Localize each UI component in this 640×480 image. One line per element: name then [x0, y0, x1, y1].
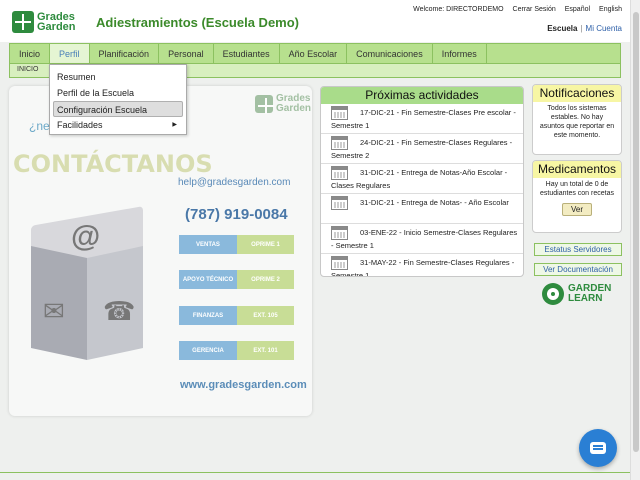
- activity-text: 31-MAY-22 - Fin Semestre-Clases Regulare…: [331, 258, 515, 277]
- scrollbar-thumb[interactable]: [633, 12, 639, 452]
- chat-button[interactable]: [579, 429, 617, 467]
- list-item[interactable]: 03-ENE-22 - Inicio Semestre-Clases Regul…: [321, 224, 523, 254]
- nav-perfil[interactable]: Perfil: [50, 44, 90, 63]
- promo-row-label: FINANZAS: [179, 306, 237, 325]
- notifications-title: Notificaciones: [533, 85, 621, 102]
- list-item[interactable]: 24-DIC-21 - Fin Semestre-Clases Regulare…: [321, 134, 523, 164]
- promo-logo-mark-icon: [255, 95, 274, 114]
- activities-title: Próximas actividades: [321, 87, 523, 104]
- nav-estudiantes[interactable]: Estudiantes: [214, 44, 280, 63]
- account-links: Escuela | Mi Cuenta: [547, 24, 622, 33]
- nav-ano-escolar[interactable]: Año Escolar: [280, 44, 348, 63]
- promo-phone: (787) 919-0084: [185, 206, 288, 223]
- promo-website: www.gradesgarden.com: [180, 379, 307, 391]
- promo-row-ventas: VENTAS OPRIME 1: [179, 235, 294, 254]
- activity-text: 31-DIC-21 - Entrega de Notas-Año Escolar…: [331, 168, 508, 190]
- medications-panel: Medicamentos Hay un total de 0 de estudi…: [532, 160, 622, 233]
- notifications-body: Todos los sistemas estables. No hay asun…: [539, 105, 615, 139]
- promo-greeting: ¿ne: [29, 119, 50, 133]
- promo-email: help@gradesgarden.com: [178, 177, 291, 188]
- promo-row-label: VENTAS: [179, 235, 237, 254]
- list-item[interactable]: 31-MAY-22 - Fin Semestre-Clases Regulare…: [321, 254, 523, 277]
- contact-cube-illustration: @ ✉ ☎: [31, 206, 143, 362]
- activity-text: 31-DIC-21 - Entrega de Notas- - Año Esco…: [360, 198, 509, 207]
- menu-item-perfil-escuela[interactable]: Perfil de la Escuela: [50, 85, 186, 101]
- promo-row-gerencia: GERENCIA EXT. 101: [179, 341, 294, 360]
- at-sign-icon: @: [71, 220, 101, 253]
- ver-button[interactable]: Ver: [561, 203, 592, 216]
- nav-personal[interactable]: Personal: [159, 44, 214, 63]
- promo-logo: Grades Garden: [255, 94, 311, 114]
- header: Grades Garden Adiestramientos (Escuela D…: [0, 0, 630, 42]
- garden-learn-icon: [542, 283, 564, 305]
- perfil-dropdown: Resumen Perfil de la Escuela Configuraci…: [49, 64, 187, 135]
- list-item[interactable]: 31-DIC-21 - Entrega de Notas- - Año Esco…: [321, 194, 523, 224]
- envelope-icon: ✉: [43, 296, 65, 326]
- garden-learn-line2: LEARN: [568, 293, 603, 304]
- escuela-link[interactable]: Escuela: [547, 24, 577, 33]
- promo-row-option: EXT. 101: [237, 341, 294, 360]
- promo-row-option: OPRIME 2: [237, 270, 294, 289]
- welcome-text: Welcome: DIRECTORDEMO: [413, 6, 504, 13]
- menu-item-resumen[interactable]: Resumen: [50, 69, 186, 85]
- nav-inicio[interactable]: Inicio: [10, 44, 51, 63]
- nav-informes[interactable]: Informes: [433, 44, 487, 63]
- garden-learn-logo[interactable]: GARDEN LEARN: [542, 283, 611, 305]
- garden-learn-text: GARDEN LEARN: [568, 284, 611, 304]
- menu-item-configuracion-escuela[interactable]: Configuración Escuela: [53, 101, 183, 117]
- mi-cuenta-link[interactable]: Mi Cuenta: [586, 24, 622, 33]
- activity-text: 24-DIC-21 - Fin Semestre-Clases Regulare…: [331, 138, 513, 160]
- menu-item-facilidades[interactable]: Facilidades ▶: [50, 117, 186, 133]
- lang-en-link[interactable]: English: [599, 6, 622, 13]
- logout-link[interactable]: Cerrar Sesión: [513, 6, 556, 13]
- medications-title: Medicamentos: [533, 161, 621, 178]
- promo-row-option: OPRIME 1: [237, 235, 294, 254]
- calendar-icon: [331, 106, 348, 120]
- logo-text: Grades Garden: [37, 12, 76, 33]
- view-docs-button[interactable]: Ver Documentación: [534, 263, 622, 276]
- promo-row-option: EXT. 105: [237, 306, 294, 325]
- promo-contact-heading: CONTÁCTANOS: [13, 150, 213, 178]
- phone-icon: ☎: [103, 296, 136, 326]
- promo-logo-line2: Garden: [276, 103, 312, 114]
- logo-mark-icon: [12, 11, 34, 33]
- notifications-panel: Notificaciones Todos los sistemas establ…: [532, 84, 622, 155]
- list-item[interactable]: 31-DIC-21 - Entrega de Notas-Año Escolar…: [321, 164, 523, 194]
- server-status-button[interactable]: Estatus Servidores: [534, 243, 622, 256]
- submenu-arrow-icon: ▶: [172, 122, 177, 128]
- promo-row-finanzas: FINANZAS EXT. 105: [179, 306, 294, 325]
- activity-text: 03-ENE-22 - Inicio Semestre-Clases Regul…: [331, 228, 518, 250]
- calendar-icon: [331, 256, 348, 270]
- main-nav: Inicio Perfil Planificación Personal Est…: [9, 43, 621, 64]
- footer-divider: [0, 472, 630, 473]
- grades-garden-logo[interactable]: Grades Garden: [12, 10, 90, 34]
- menu-item-facilidades-label: Facilidades: [57, 120, 103, 130]
- calendar-icon: [331, 136, 348, 150]
- promo-row-label: APOYO TÉCNICO: [179, 270, 237, 289]
- logo-line2: Garden: [37, 21, 76, 33]
- medications-body: Hay un total de 0 de estudiantes con rec…: [540, 181, 614, 197]
- activity-text: 17-DIC-21 - Fin Semestre-Clases Pre esco…: [331, 108, 516, 130]
- breadcrumb-inicio[interactable]: INICIO: [17, 66, 38, 73]
- upcoming-activities-panel: Próximas actividades 17-DIC-21 - Fin Sem…: [320, 86, 524, 277]
- lang-es-link[interactable]: Español: [565, 6, 590, 13]
- list-item[interactable]: 17-DIC-21 - Fin Semestre-Clases Pre esco…: [321, 104, 523, 134]
- promo-row-apoyo: APOYO TÉCNICO OPRIME 2: [179, 270, 294, 289]
- nav-comunicaciones[interactable]: Comunicaciones: [347, 44, 433, 63]
- chat-bubble-icon: [590, 442, 606, 454]
- page-title: Adiestramientos (Escuela Demo): [96, 15, 300, 30]
- top-links: Welcome: DIRECTORDEMO Cerrar Sesión Espa…: [413, 6, 622, 13]
- promo-logo-text: Grades Garden: [276, 94, 311, 114]
- promo-row-label: GERENCIA: [179, 341, 237, 360]
- contact-promo-banner: Grades Garden ¿ne CONTÁCTANOS help@grade…: [9, 86, 312, 416]
- calendar-icon: [331, 226, 348, 240]
- page-scrollbar[interactable]: [630, 0, 640, 480]
- calendar-icon: [331, 166, 348, 180]
- link-separator: |: [580, 24, 583, 33]
- calendar-icon: [331, 196, 348, 210]
- nav-planificacion[interactable]: Planificación: [90, 44, 160, 63]
